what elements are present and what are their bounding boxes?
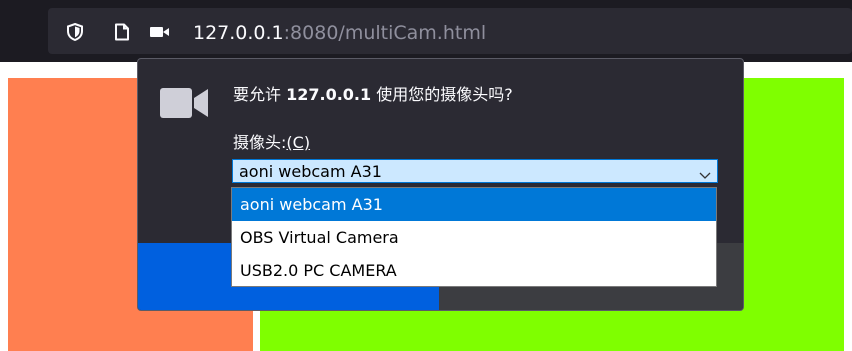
camera-dropdown-list: aoni webcam A31 OBS Virtual Camera USB2.…	[231, 187, 717, 287]
url-bar[interactable]: 127.0.0.1:8080/multiCam.html	[48, 8, 852, 54]
url-path: :8080/multiCam.html	[283, 22, 487, 44]
camera-label: 摄像头:(C)	[233, 129, 310, 153]
camera-accesskey: (C)	[286, 133, 311, 152]
camera-option[interactable]: aoni webcam A31	[232, 188, 716, 221]
camera-label-text: 摄像头:	[233, 133, 287, 152]
camera-select[interactable]: aoni webcam A31	[232, 159, 718, 183]
camera-option[interactable]: OBS Virtual Camera	[232, 221, 716, 254]
browser-toolbar: 127.0.0.1:8080/multiCam.html	[0, 0, 852, 62]
chevron-down-icon	[699, 166, 711, 179]
camera-icon	[160, 85, 210, 121]
prompt-text-end: 使用您的摄像头吗?	[371, 85, 513, 104]
permission-prompt: 要允许 127.0.0.1 使用您的摄像头吗?	[233, 81, 513, 105]
url-text[interactable]: 127.0.0.1:8080/multiCam.html	[193, 23, 486, 43]
page-icon[interactable]	[113, 23, 131, 41]
camera-permission-icon[interactable]	[149, 23, 169, 41]
camera-select-value: aoni webcam A31	[239, 162, 382, 181]
prompt-host: 127.0.0.1	[286, 85, 372, 104]
shield-icon[interactable]	[66, 22, 84, 42]
prompt-text-start: 要允许	[233, 85, 287, 104]
url-host: 127.0.0.1	[193, 22, 284, 44]
camera-option[interactable]: USB2.0 PC CAMERA	[232, 254, 716, 287]
